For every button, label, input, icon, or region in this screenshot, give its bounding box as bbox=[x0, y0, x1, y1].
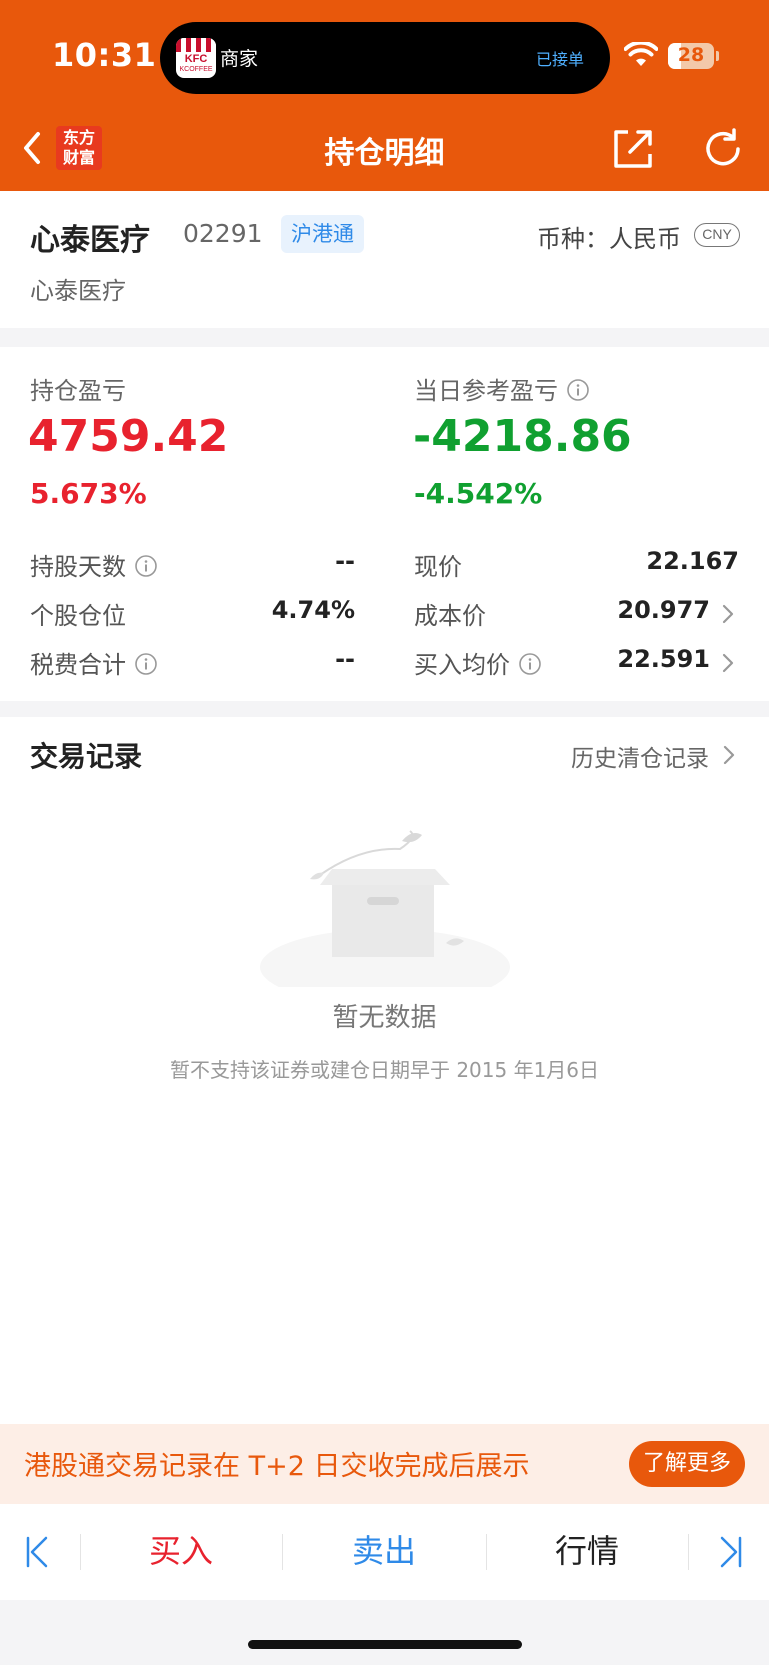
last-item-icon[interactable] bbox=[716, 1534, 744, 1570]
kfc-logo-sub: KCOFFEE bbox=[179, 66, 213, 73]
fees-label-wrap: 税费合计 bbox=[30, 645, 158, 680]
position-ratio-value: 4.74% bbox=[271, 596, 355, 624]
stock-name[interactable]: 心泰医疗 bbox=[30, 215, 150, 259]
trade-records-title: 交易记录 bbox=[30, 740, 143, 773]
fees-value: -- bbox=[335, 645, 355, 673]
chevron-right-icon[interactable] bbox=[722, 744, 736, 766]
kfc-logo-icon: KFC KCOFFEE bbox=[176, 38, 216, 78]
app-header: 10:31 KFC KCOFFEE 商家 已接单 28 东方 财富 持仓明细 bbox=[0, 0, 769, 191]
bottom-action-bar: 买入 卖出 行情 bbox=[0, 1504, 769, 1600]
learn-more-button[interactable]: 了解更多 bbox=[629, 1441, 745, 1487]
info-icon[interactable] bbox=[134, 554, 158, 578]
battery-tip bbox=[716, 51, 719, 61]
currency-code-badge: CNY bbox=[694, 223, 740, 247]
cost-price-label[interactable]: 成本价 bbox=[414, 596, 486, 631]
daily-pl-label-wrap: 当日参考盈亏 bbox=[414, 371, 590, 406]
battery-icon: 28 bbox=[668, 43, 714, 69]
empty-box-illustration-icon bbox=[260, 830, 510, 987]
info-icon[interactable] bbox=[518, 652, 542, 676]
battery-level: 28 bbox=[677, 44, 705, 66]
holding-days-label-wrap: 持股天数 bbox=[30, 547, 158, 582]
avg-buy-price-label: 买入均价 bbox=[414, 651, 510, 679]
daily-pl-percent: -4.542% bbox=[414, 477, 543, 510]
info-icon[interactable] bbox=[134, 652, 158, 676]
avg-buy-price-label-wrap[interactable]: 买入均价 bbox=[414, 645, 542, 680]
dynamic-island[interactable]: KFC KCOFFEE 商家 已接单 bbox=[160, 22, 610, 94]
info-icon[interactable] bbox=[566, 378, 590, 402]
first-item-icon[interactable] bbox=[24, 1534, 52, 1570]
empty-state-title: 暂无数据 bbox=[332, 1003, 437, 1033]
buy-button[interactable]: 买入 bbox=[80, 1526, 282, 1572]
cost-price-value[interactable]: 20.977 bbox=[560, 596, 710, 624]
tab-divider bbox=[688, 1534, 689, 1570]
avg-buy-price-value[interactable]: 22.591 bbox=[560, 645, 710, 673]
quote-button[interactable]: 行情 bbox=[486, 1526, 688, 1572]
holding-pl-percent: 5.673% bbox=[30, 477, 147, 510]
settlement-notice-banner: 港股通交易记录在 T+2 日交收完成后展示 了解更多 bbox=[0, 1424, 769, 1504]
chevron-right-icon[interactable] bbox=[721, 652, 735, 674]
status-time: 10:31 bbox=[52, 36, 157, 74]
market-badge: 沪港通 bbox=[281, 215, 364, 253]
stock-code: 02291 bbox=[183, 219, 263, 248]
history-clearance-link[interactable]: 历史清仓记录 bbox=[571, 739, 709, 773]
settlement-notice-text: 港股通交易记录在 T+2 日交收完成后展示 bbox=[24, 1451, 530, 1482]
sell-button[interactable]: 卖出 bbox=[282, 1526, 486, 1572]
empty-state-description: 暂不支持该证券或建仓日期早于 2015 年1月6日 bbox=[169, 1058, 600, 1082]
holding-days-label: 持股天数 bbox=[30, 553, 126, 581]
current-price-label: 现价 bbox=[414, 553, 462, 581]
refresh-icon[interactable] bbox=[700, 126, 746, 172]
currency-label: 币种：人民币 bbox=[537, 225, 681, 253]
stock-subtitle: 心泰医疗 bbox=[30, 277, 126, 305]
fees-label: 税费合计 bbox=[30, 651, 126, 679]
kfc-logo-text: KFC bbox=[184, 53, 208, 65]
daily-pl-value: -4218.86 bbox=[413, 411, 632, 462]
island-order-status: 已接单 bbox=[535, 50, 584, 69]
position-ratio-label: 个股仓位 bbox=[30, 602, 126, 630]
island-merchant-label: 商家 bbox=[220, 48, 259, 70]
holding-pl-label: 持仓盈亏 bbox=[30, 377, 126, 405]
holding-pl-value: 4759.42 bbox=[28, 411, 229, 462]
share-icon[interactable] bbox=[610, 126, 656, 172]
home-indicator[interactable] bbox=[248, 1640, 522, 1649]
trade-records-card: 交易记录 历史清仓记录 暂无数据 暂不支持该证券或建仓日期早于 2015 年1月… bbox=[0, 717, 769, 1424]
current-price-value: 22.167 bbox=[646, 547, 739, 575]
daily-pl-label: 当日参考盈亏 bbox=[414, 377, 558, 405]
stock-info-card: 心泰医疗 02291 沪港通 币种：人民币 CNY 心泰医疗 bbox=[0, 191, 769, 328]
holding-days-value: -- bbox=[335, 547, 355, 575]
wifi-icon bbox=[624, 42, 658, 66]
profit-loss-card: 持仓盈亏 4759.42 5.673% 当日参考盈亏 -4218.86 -4.5… bbox=[0, 347, 769, 701]
chevron-right-icon[interactable] bbox=[721, 603, 735, 625]
